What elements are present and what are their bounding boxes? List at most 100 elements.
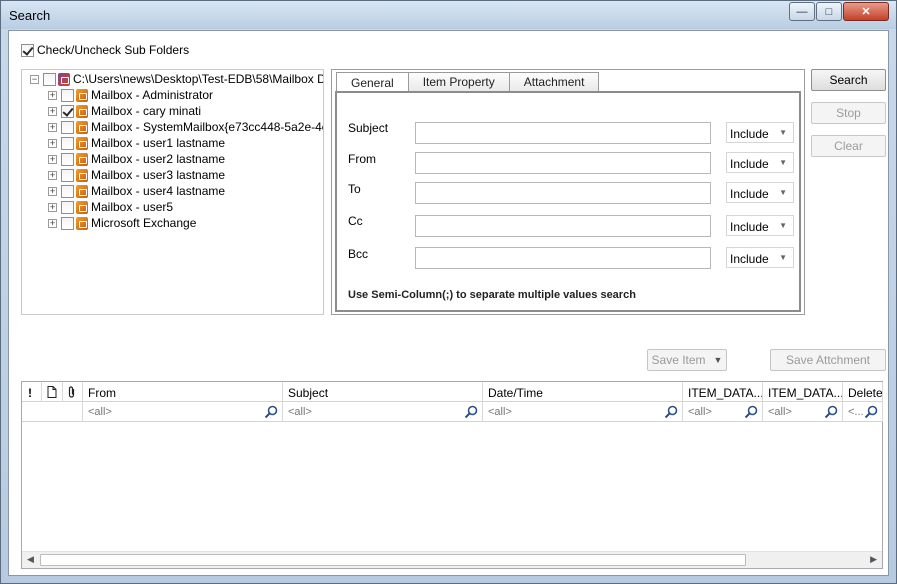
column-filter[interactable]: <all> <box>283 402 483 422</box>
expand-icon[interactable]: + <box>48 154 57 164</box>
tree-item-checkbox[interactable] <box>61 152 74 166</box>
folder-tree[interactable]: − C:\Users\news\Desktop\Test-EDB\58\Mail… <box>21 69 324 315</box>
column-filter[interactable]: <... <box>843 402 883 422</box>
tree-item[interactable]: + Mailbox - user2 lastname <box>48 151 225 167</box>
tree-item-checkbox[interactable] <box>61 216 74 230</box>
from-input[interactable] <box>415 152 711 174</box>
attachment-icon[interactable] <box>63 382 83 402</box>
tree-item[interactable]: + Mailbox - Administrator <box>48 87 213 103</box>
close-icon: ✕ <box>861 6 871 18</box>
subfolders-label: Check/Uncheck Sub Folders <box>37 43 190 57</box>
scroll-right-icon[interactable]: ▶ <box>870 554 877 565</box>
tree-item-checkbox[interactable] <box>61 168 74 182</box>
tab-item-property[interactable]: Item Property <box>407 72 510 91</box>
search-icon[interactable] <box>744 405 758 419</box>
horizontal-scrollbar[interactable]: ◀ ▶ <box>22 551 882 568</box>
dropdown-arrow-icon: ▼ <box>779 128 787 137</box>
search-window: Search — □ ✕ Check/Uncheck Sub Folders −… <box>0 0 897 584</box>
cc-mode-select[interactable]: Include ▼ <box>726 215 794 236</box>
search-icon[interactable] <box>264 405 278 419</box>
column-header[interactable]: ITEM_DATA... <box>683 382 763 402</box>
scroll-thumb[interactable] <box>40 554 746 566</box>
dropdown-arrow-icon: ▼ <box>779 188 787 197</box>
tree-item[interactable]: + Mailbox - user5 <box>48 199 173 215</box>
column-filter[interactable]: <all> <box>483 402 683 422</box>
expand-icon[interactable]: + <box>48 170 57 180</box>
tree-item[interactable]: + Mailbox - user1 lastname <box>48 135 225 151</box>
tree-item[interactable]: + Mailbox - SystemMailbox{e73cc448-5a2e-4… <box>48 119 323 135</box>
tree-item-checkbox[interactable] <box>61 120 74 134</box>
client-area: Check/Uncheck Sub Folders − C:\Users\new… <box>8 30 889 576</box>
search-icon[interactable] <box>664 405 678 419</box>
search-icon[interactable] <box>824 405 838 419</box>
from-mode-select[interactable]: Include ▼ <box>726 152 794 173</box>
close-button[interactable]: ✕ <box>843 2 889 21</box>
column-header[interactable]: Subject <box>283 382 483 402</box>
tree-item[interactable]: + Mailbox - user4 lastname <box>48 183 225 199</box>
page-icon[interactable] <box>42 382 63 402</box>
tree-item[interactable]: + Mailbox - cary minati <box>48 103 201 119</box>
tree-item-label: Mailbox - user5 <box>91 200 174 214</box>
maximize-button[interactable]: □ <box>816 2 842 21</box>
column-header[interactable]: Date/Time <box>483 382 683 402</box>
tree-root-label: C:\Users\news\Desktop\Test-EDB\58\Mailbo… <box>73 72 324 86</box>
search-icon[interactable] <box>464 405 478 419</box>
tree-item[interactable]: + Microsoft Exchange <box>48 215 196 231</box>
minimize-button[interactable]: — <box>789 2 815 21</box>
tree-item-label: Mailbox - user1 lastname <box>91 136 226 150</box>
expand-icon[interactable]: + <box>48 122 57 132</box>
to-input[interactable] <box>415 182 711 204</box>
expand-icon[interactable]: + <box>48 218 57 228</box>
bcc-mode-select[interactable]: Include ▼ <box>726 247 794 268</box>
tree-item-checkbox[interactable] <box>61 104 74 118</box>
mailbox-icon <box>76 120 88 134</box>
column-header[interactable]: From <box>83 382 283 402</box>
tab-attachment[interactable]: Attachment <box>508 72 600 91</box>
subfolders-checkbox[interactable] <box>21 43 34 57</box>
tree-root-checkbox[interactable] <box>43 72 56 86</box>
tree-item[interactable]: + Mailbox - user3 lastname <box>48 167 225 183</box>
scroll-left-icon[interactable]: ◀ <box>27 554 34 565</box>
search-icon[interactable] <box>864 405 878 419</box>
cc-input[interactable] <box>415 215 711 237</box>
column-filter[interactable]: <all> <box>83 402 283 422</box>
mailbox-icon <box>76 184 88 198</box>
expand-icon[interactable]: + <box>48 138 57 148</box>
column-filter[interactable]: <all> <box>683 402 763 422</box>
results-grid[interactable]: ! From Subject Date/Time ITEM_DATA... ITEM_D… <box>21 381 883 569</box>
tree-item-checkbox[interactable] <box>61 88 74 102</box>
stop-button[interactable]: Stop <box>811 102 886 124</box>
subject-label: Subject <box>348 121 389 135</box>
tab-general[interactable]: General <box>336 72 409 92</box>
expand-icon[interactable]: + <box>48 202 57 212</box>
bcc-input[interactable] <box>415 247 711 269</box>
tree-item-checkbox[interactable] <box>61 200 74 214</box>
tree-item-checkbox[interactable] <box>61 136 74 150</box>
save-attachment-button[interactable]: Save Attchment <box>770 349 886 371</box>
column-header[interactable]: ITEM_DATA... <box>763 382 843 402</box>
expand-icon[interactable]: + <box>48 186 57 196</box>
cc-mode-value: Include <box>730 220 769 234</box>
save-item-button[interactable]: Save Item ▼ <box>647 349 727 371</box>
collapse-icon[interactable]: − <box>30 74 39 84</box>
to-mode-select[interactable]: Include ▼ <box>726 182 794 203</box>
column-header[interactable]: Delete <box>843 382 883 402</box>
subject-input[interactable] <box>415 122 711 144</box>
icon-filter-spacer <box>22 402 83 422</box>
importance-column-header[interactable]: ! <box>22 382 42 402</box>
bcc-mode-value: Include <box>730 252 769 266</box>
column-filter-text: <all> <box>688 406 712 418</box>
tree-item-label: Mailbox - cary minati <box>91 104 202 118</box>
tree-item-checkbox[interactable] <box>61 184 74 198</box>
clear-button[interactable]: Clear <box>811 135 886 157</box>
subfolders-toggle[interactable]: Check/Uncheck Sub Folders <box>21 43 189 57</box>
mailbox-icon <box>76 216 88 230</box>
subject-mode-select[interactable]: Include ▼ <box>726 122 794 143</box>
grid-filter-row: <all> <all> <all> <all> <all> <... <box>22 402 883 422</box>
column-filter[interactable]: <all> <box>763 402 843 422</box>
to-label: To <box>348 182 361 196</box>
expand-icon[interactable]: + <box>48 90 57 100</box>
expand-icon[interactable]: + <box>48 106 57 116</box>
search-button[interactable]: Search <box>811 69 886 91</box>
tree-root[interactable]: − C:\Users\news\Desktop\Test-EDB\58\Mail… <box>30 71 324 87</box>
